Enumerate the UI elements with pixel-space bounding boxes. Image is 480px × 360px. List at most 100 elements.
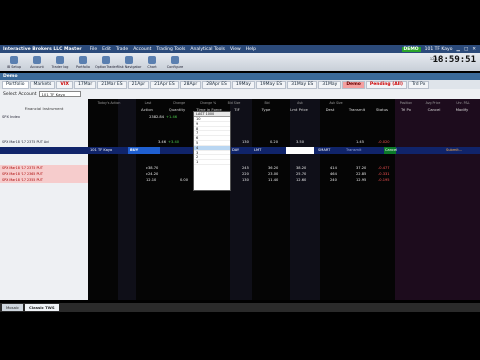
table-row[interactable]: SPX Index 2382.84 +1.46	[0, 114, 480, 120]
header-lmt-price[interactable]: Lmt Price	[286, 107, 312, 112]
tab-9[interactable]: 19May	[231, 80, 255, 89]
last-cell: 12.10	[146, 178, 157, 182]
order-tif-cell[interactable]: DAY	[232, 147, 248, 154]
tab-label: Trd Px	[411, 82, 426, 87]
tab-14[interactable]: Pending (All)	[365, 80, 407, 89]
portfolio-button[interactable]: Portfolio	[72, 55, 94, 69]
last-price-cell: 2382.84	[149, 115, 164, 119]
tab-label: Portfolio	[6, 82, 25, 87]
configure-button[interactable]: Configure	[164, 55, 186, 69]
instrument-cell: SPX Index	[2, 115, 20, 119]
order-trail-cell[interactable]: Submit...	[446, 147, 472, 154]
instrument-cell: SPX Mar18 '17 2375 PUT Avi	[2, 140, 49, 144]
demo-status-tag: DEMO	[401, 46, 421, 52]
tab-4[interactable]: 21Mar ES	[97, 80, 127, 89]
trader-log-button[interactable]: Trader log	[49, 55, 71, 69]
panel-title: Demo	[3, 74, 18, 79]
quantity-dropdown[interactable]: LAST 1000 10 9 8 7 6 5 4 3 2 1	[193, 111, 231, 191]
ib-setup-button[interactable]: IB Setup	[3, 55, 25, 69]
menu-account[interactable]: Account	[133, 47, 151, 52]
position-cell: 1.45	[356, 140, 365, 144]
account-select-label: Select Account	[3, 91, 37, 97]
header-modify[interactable]: Modify	[450, 107, 474, 112]
header-trail-px[interactable]: Trl Px	[397, 107, 415, 112]
tab-3[interactable]: 17Mar	[73, 80, 97, 89]
tab-15[interactable]: Trd Px	[407, 80, 430, 89]
menu-trade[interactable]: Trade	[116, 47, 128, 52]
order-price-field[interactable]: 1.50	[286, 147, 314, 154]
group-today-action: Today's Action	[97, 101, 121, 105]
position-cell: 12.95	[356, 178, 367, 182]
tab-8[interactable]: 28Apr ES	[202, 80, 231, 89]
menu-file[interactable]: File	[90, 47, 98, 52]
column-stripe	[290, 99, 320, 300]
order-entry-row[interactable]: 101 TF Kayo BUY DAY LMT 1.50 SMART Trans…	[0, 147, 480, 154]
account-button[interactable]: Account	[26, 55, 48, 69]
tab-13[interactable]: Demo	[342, 80, 365, 89]
menu-edit[interactable]: Edit	[102, 47, 111, 52]
option-trader-button[interactable]: OptionTrader	[95, 55, 117, 69]
tab-1[interactable]: Markets	[29, 80, 56, 89]
order-type-cell[interactable]: LMT	[254, 147, 272, 154]
minimize-icon[interactable]: ▁	[456, 47, 459, 52]
column-stripe	[230, 99, 252, 300]
delta-cell: -0.020	[378, 140, 390, 144]
column-stripe	[118, 99, 136, 300]
close-icon[interactable]: ✕	[472, 47, 476, 52]
bid-cell: 11.40	[268, 178, 279, 182]
tab-7[interactable]: 28Apr	[179, 80, 202, 89]
header-status[interactable]: Status	[372, 107, 392, 112]
tab-2[interactable]: VIX	[56, 80, 73, 89]
change-cell: +1.46	[166, 115, 178, 119]
menu-view[interactable]: View	[230, 47, 241, 52]
menu-trading-tools[interactable]: Trading Tools	[156, 47, 185, 52]
group-change: Change	[172, 101, 186, 105]
group-position: Position	[399, 101, 413, 105]
tab-label: 21Apr	[131, 82, 146, 87]
tab-label: 31May	[322, 82, 338, 87]
maximize-icon[interactable]: □	[464, 47, 468, 52]
header-cancel[interactable]: Cancel	[424, 107, 444, 112]
tab-classic-tws[interactable]: Classic TWS	[25, 304, 59, 311]
delta-cell: -0.195	[378, 178, 390, 182]
log-icon	[56, 55, 64, 64]
ask-cell: 12.60	[296, 178, 307, 182]
financial-instrument-column: Financial Instrument	[0, 99, 88, 300]
dropdown-item[interactable]: 1	[194, 160, 230, 165]
header-transmit[interactable]: Transmit	[344, 107, 370, 112]
tab-10[interactable]: 19May ES	[255, 80, 287, 89]
tab-label: 17Mar	[77, 82, 93, 87]
group-bid-size: Bid Size	[227, 101, 241, 105]
ask-size-cell: 240	[330, 178, 337, 182]
page-tabs: Portfolio Markets VIX 17Mar 21Mar ES 21Apr 21A…	[0, 80, 480, 89]
configure-icon	[171, 55, 179, 64]
order-status-cell[interactable]: Cancel	[384, 147, 397, 154]
order-account-cell[interactable]: 101 TF Kayo	[90, 147, 126, 154]
header-action[interactable]: Action	[136, 107, 158, 112]
window-titlebar: Interactive Brokers LLC Master File Edit…	[0, 45, 480, 53]
table-row[interactable]: SPX Mar18 '17 2355 PUT 12.10 0.00 130 11…	[0, 177, 480, 183]
header-quantity[interactable]: Quantity	[165, 107, 189, 112]
table-row[interactable]: SPX Mar18 '17 2375 PUT Avi 3.46 +3.40 13…	[0, 139, 480, 145]
order-dest-cell[interactable]: SMART	[318, 147, 342, 154]
tab-11[interactable]: 31May ES	[287, 80, 318, 89]
chart-button[interactable]: Chart	[141, 55, 163, 69]
tab-6[interactable]: 21Apr ES	[150, 80, 179, 89]
order-side-cell[interactable]: BUY	[128, 147, 160, 154]
header-type[interactable]: Type	[258, 107, 274, 112]
order-transmit-button[interactable]: Transmit	[346, 147, 370, 154]
account-bar: Select Account 101 TF Kayo	[0, 89, 480, 99]
menu-help[interactable]: Help	[246, 47, 256, 52]
header-tif[interactable]: TIF	[230, 107, 244, 112]
menu-analytical-tools[interactable]: Analytical Tools	[190, 47, 225, 52]
tab-5[interactable]: 21Apr	[127, 80, 150, 89]
tab-mosaic[interactable]: Mosaic	[2, 304, 24, 311]
tab-12[interactable]: 31May	[318, 80, 342, 89]
tab-0[interactable]: Portfolio	[2, 80, 29, 89]
header-dest[interactable]: Dest	[322, 107, 338, 112]
option-icon	[102, 55, 110, 64]
risk-navigator-button[interactable]: Risk Navigator	[117, 55, 141, 69]
account-select[interactable]: 101 TF Kayo	[39, 91, 82, 97]
tab-label: 28Apr ES	[206, 82, 227, 87]
group-bid: Bid	[264, 101, 270, 105]
